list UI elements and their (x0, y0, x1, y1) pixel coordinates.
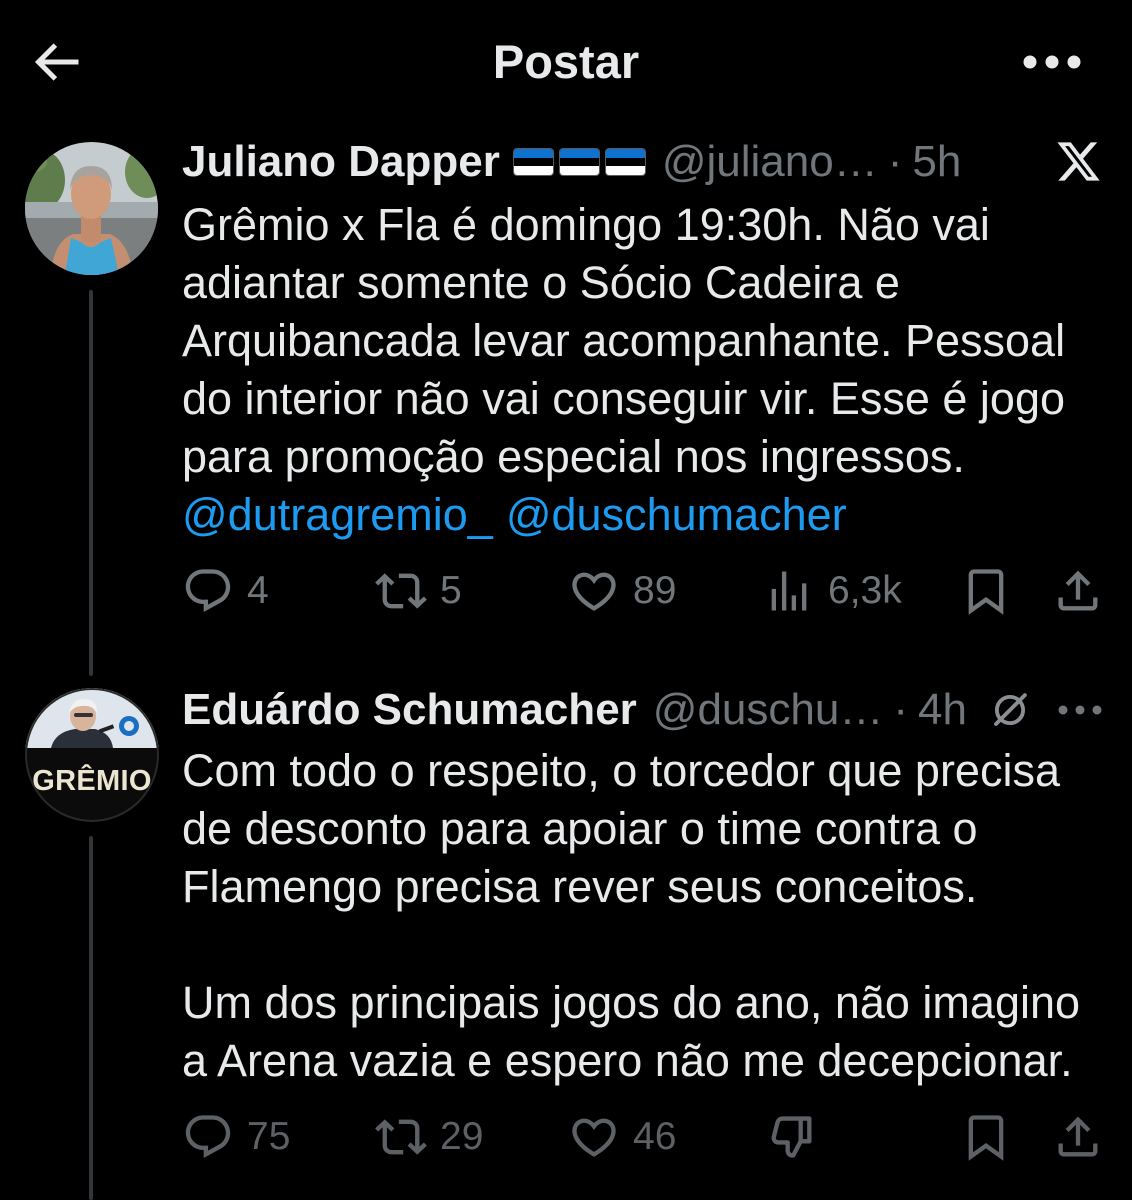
bookmark-icon (968, 1115, 1004, 1161)
heart-icon (572, 572, 616, 611)
bookmark-icon (968, 569, 1004, 615)
reply-count: 4 (247, 569, 269, 612)
share-icon (1058, 1116, 1098, 1157)
author-handle[interactable]: @duschu… (653, 685, 884, 735)
views-button[interactable]: 6,3k (763, 565, 902, 617)
post-more-button[interactable] (1057, 703, 1103, 717)
post-timestamp[interactable]: 4h (918, 685, 967, 735)
repost-button[interactable]: 5 (375, 565, 462, 617)
page-title: Postar (492, 35, 640, 88)
name-emoji (512, 148, 646, 176)
reply-icon (185, 1115, 231, 1159)
grok-button[interactable] (989, 689, 1031, 731)
mention-link[interactable]: @duschumacher (506, 489, 847, 540)
post-text-line: do interior não vai conseguir vir. Esse … (182, 373, 1065, 424)
flag-estonia-icon (512, 148, 554, 176)
post-header: Eduárdo Schumacher @duschu… · 4h (182, 681, 967, 739)
profile-photo (25, 142, 158, 275)
post-text-line: de desconto para apoiar o time contra o (182, 803, 978, 854)
grok-icon (994, 693, 1027, 726)
post-text-line: Flamengo precisa rever seus conceitos. (182, 861, 978, 912)
share-button[interactable] (1052, 1111, 1104, 1163)
paragraph-break (182, 916, 1080, 974)
views-count: 6,3k (828, 569, 902, 612)
more-options-button[interactable] (1022, 52, 1082, 72)
post-header: Juliano Dapper @juliano… · 5h (182, 133, 961, 191)
bookmark-button[interactable] (960, 1111, 1012, 1163)
repost-icon (375, 573, 427, 609)
flag-estonia-icon (558, 148, 600, 176)
reply-button[interactable]: 75 (182, 1111, 290, 1163)
post-text-line: para promoção especial nos ingressos. (182, 431, 965, 482)
reply-count: 75 (247, 1115, 291, 1158)
post-text-line: a Arena vazia e espero não me decepciona… (182, 1035, 1073, 1086)
reply-icon (185, 569, 231, 613)
like-count: 46 (633, 1115, 677, 1158)
bookmark-button[interactable] (960, 565, 1012, 617)
avatar-logo-text: GRÊMIO (32, 765, 152, 797)
share-icon (1058, 570, 1098, 611)
like-count: 89 (633, 569, 677, 612)
mention-link[interactable]: @dutragremio_ (182, 489, 493, 540)
thread-line (89, 836, 93, 1200)
post-text: Grêmio x Fla é domingo 19:30h. Não vai a… (182, 196, 1065, 544)
author-handle[interactable]: @juliano… (662, 137, 878, 187)
author-avatar[interactable] (25, 142, 158, 275)
author-name[interactable]: Eduárdo Schumacher (182, 685, 637, 735)
separator-dot: · (887, 137, 903, 186)
post-text-line: Arquibancada levar acompanhante. Pessoal (182, 315, 1066, 366)
thread-line (89, 290, 93, 676)
like-button[interactable]: 89 (568, 565, 676, 617)
like-button[interactable]: 46 (568, 1111, 676, 1163)
post-text: Com todo o respeito, o torcedor que prec… (182, 742, 1080, 1090)
x-logo (1055, 138, 1102, 185)
post-text-line: Grêmio x Fla é domingo 19:30h. Não vai (182, 199, 990, 250)
share-button[interactable] (1052, 565, 1104, 617)
mentions-line: @dutragremio_ @duschumacher (182, 486, 1065, 544)
post-text-line: adiantar somente o Sócio Cadeira e (182, 257, 900, 308)
thumbs-down-icon (771, 1116, 812, 1158)
x-logo-icon (1057, 142, 1100, 181)
repost-count: 29 (440, 1115, 484, 1158)
repost-button[interactable]: 29 (375, 1111, 483, 1163)
post-timestamp[interactable]: 5h (912, 137, 961, 187)
flag-estonia-icon (604, 148, 646, 176)
heart-icon (572, 1118, 616, 1157)
downvote-button[interactable] (766, 1111, 818, 1163)
more-horizontal-icon (1023, 55, 1081, 69)
views-icon (771, 571, 807, 611)
reply-button[interactable]: 4 (182, 565, 269, 617)
more-horizontal-icon (1058, 705, 1102, 715)
author-name[interactable]: Juliano Dapper (182, 137, 500, 187)
author-avatar[interactable]: GRÊMIO (25, 688, 159, 822)
repost-count: 5 (440, 569, 462, 612)
post-text-line: Com todo o respeito, o torcedor que prec… (182, 745, 1060, 796)
separator-dot: · (893, 685, 908, 734)
profile-photo (25, 688, 159, 822)
post-text-line: Um dos principais jogos do ano, não imag… (182, 977, 1081, 1028)
repost-icon (375, 1119, 427, 1155)
